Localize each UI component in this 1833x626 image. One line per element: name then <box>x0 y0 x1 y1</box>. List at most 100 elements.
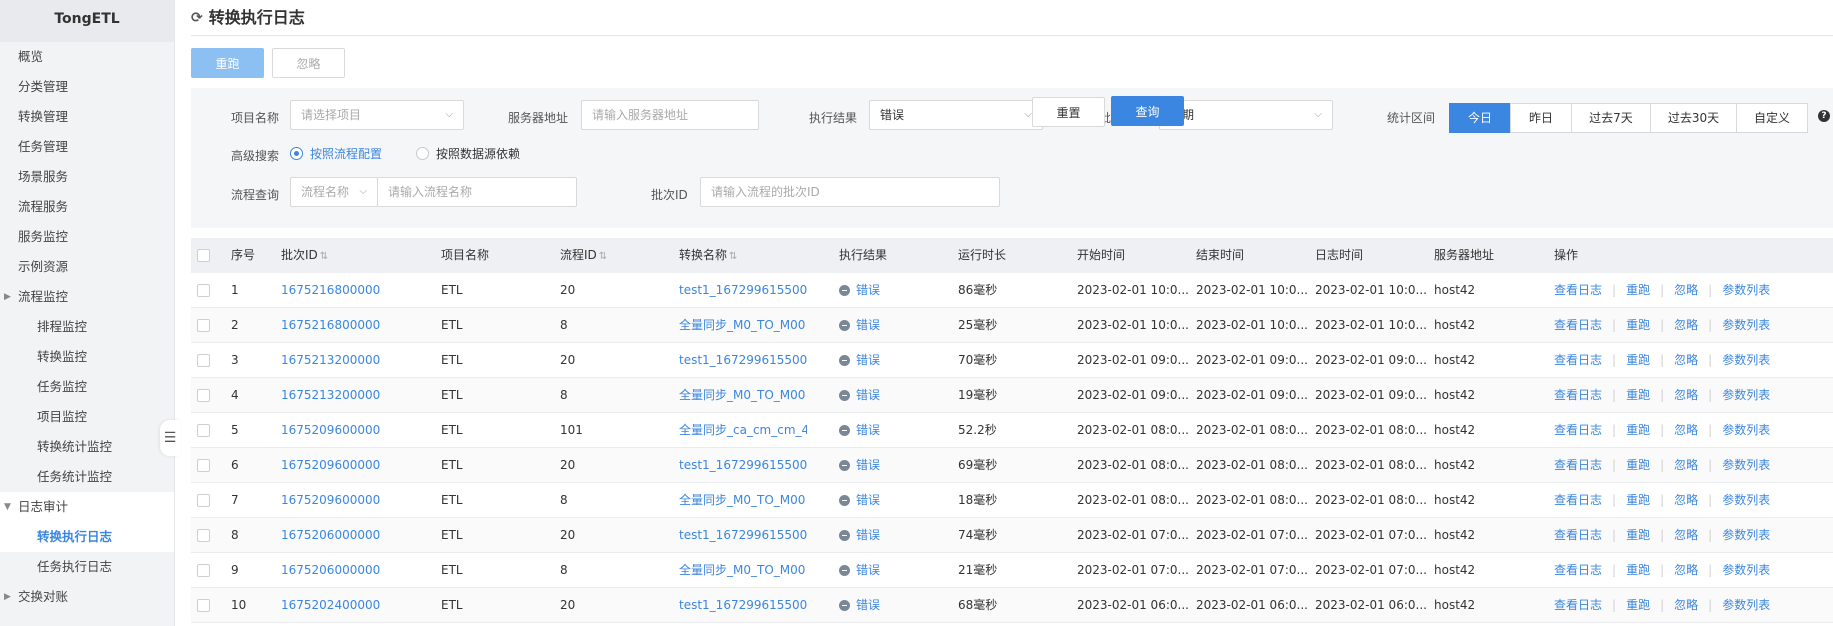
rerun-link[interactable]: 重跑 <box>1626 553 1650 588</box>
view-log-link[interactable]: 查看日志 <box>1554 553 1602 588</box>
rerun-link[interactable]: 重跑 <box>1626 343 1650 378</box>
view-log-link[interactable]: 查看日志 <box>1554 448 1602 483</box>
params-link[interactable]: 参数列表 <box>1722 343 1770 378</box>
row-checkbox[interactable] <box>197 389 210 402</box>
radio-by-flow-config[interactable]: 按照流程配置 <box>290 145 382 162</box>
select-all-checkbox[interactable] <box>197 249 210 262</box>
flow-name-input[interactable]: 请输入流程名称 <box>377 177 577 207</box>
ignore-link[interactable]: 忽略 <box>1674 308 1698 343</box>
project-select[interactable]: 请选择项目 ⌵ <box>290 100 464 130</box>
params-link[interactable]: 参数列表 <box>1722 308 1770 343</box>
params-link[interactable]: 参数列表 <box>1722 273 1770 308</box>
row-checkbox[interactable] <box>197 284 210 297</box>
params-link[interactable]: 参数列表 <box>1722 413 1770 448</box>
cell-trans-name[interactable]: test1_1672996155000 <box>679 273 807 308</box>
cell-trans-name[interactable]: test1_1672996155000 <box>679 448 807 483</box>
cell-batch-id[interactable]: 1675216800000 <box>281 273 380 308</box>
cell-trans-name[interactable]: test1_1672996155000 <box>679 588 807 623</box>
rerun-link[interactable]: 重跑 <box>1626 378 1650 413</box>
header-flow-id[interactable]: 流程ID ⇅ <box>560 238 607 274</box>
row-checkbox[interactable] <box>197 599 210 612</box>
reset-button[interactable]: 重置 <box>1032 97 1105 127</box>
header-batch-id[interactable]: 批次ID ⇅ <box>281 238 328 274</box>
sidebar-item[interactable]: 分类管理 <box>0 72 174 102</box>
rerun-link[interactable]: 重跑 <box>1626 273 1650 308</box>
rerun-link[interactable]: 重跑 <box>1626 448 1650 483</box>
cell-trans-name[interactable]: 全量同步_M0_TO_M00 <box>679 483 805 518</box>
range-yesterday-button[interactable]: 昨日 <box>1510 103 1572 133</box>
range-today-button[interactable]: 今日 <box>1449 103 1511 133</box>
query-button[interactable]: 查询 <box>1111 96 1184 126</box>
batch-type-select[interactable]: 周期 ⌵ <box>1159 100 1333 130</box>
sidebar-item[interactable]: 转换监控 <box>0 342 174 372</box>
view-log-link[interactable]: 查看日志 <box>1554 343 1602 378</box>
ignore-link[interactable]: 忽略 <box>1674 343 1698 378</box>
row-checkbox[interactable] <box>197 319 210 332</box>
ignore-link[interactable]: 忽略 <box>1674 518 1698 553</box>
rerun-link[interactable]: 重跑 <box>1626 308 1650 343</box>
sidebar-item[interactable]: 转换执行日志 <box>0 522 174 552</box>
sidebar-item[interactable]: 示例资源 <box>0 252 174 282</box>
params-link[interactable]: 参数列表 <box>1722 518 1770 553</box>
sidebar-item[interactable]: 任务管理 <box>0 132 174 162</box>
sidebar-item[interactable]: 概览 <box>0 42 174 72</box>
sidebar-item[interactable]: 服务监控 <box>0 222 174 252</box>
cell-batch-id[interactable]: 1675206000000 <box>281 553 380 588</box>
cell-trans-name[interactable]: test1_1672996155000 <box>679 343 807 378</box>
sidebar-item[interactable]: ▶ 流程监控 <box>0 282 174 312</box>
sidebar-item[interactable]: 任务执行日志 <box>0 552 174 582</box>
ignore-link[interactable]: 忽略 <box>1674 483 1698 518</box>
rerun-link[interactable]: 重跑 <box>1626 483 1650 518</box>
cell-batch-id[interactable]: 1675206000000 <box>281 518 380 553</box>
rerun-link[interactable]: 重跑 <box>1626 518 1650 553</box>
ignore-link[interactable]: 忽略 <box>1674 413 1698 448</box>
flow-query-type-select[interactable]: 流程名称 ⌵ <box>290 177 378 207</box>
rerun-button[interactable]: 重跑 <box>191 48 264 78</box>
rerun-link[interactable]: 重跑 <box>1626 588 1650 623</box>
result-select[interactable]: 错误 ⌵ <box>869 100 1043 130</box>
sidebar-item[interactable]: 转换统计监控 <box>0 432 174 462</box>
view-log-link[interactable]: 查看日志 <box>1554 413 1602 448</box>
ignore-link[interactable]: 忽略 <box>1674 378 1698 413</box>
ignore-button[interactable]: 忽略 <box>272 48 345 78</box>
sidebar-item[interactable]: 任务监控 <box>0 372 174 402</box>
params-link[interactable]: 参数列表 <box>1722 553 1770 588</box>
cell-trans-name[interactable]: test1_1672996155000 <box>679 518 807 553</box>
params-link[interactable]: 参数列表 <box>1722 378 1770 413</box>
view-log-link[interactable]: 查看日志 <box>1554 378 1602 413</box>
sidebar-item[interactable]: 场景服务 <box>0 162 174 192</box>
view-log-link[interactable]: 查看日志 <box>1554 308 1602 343</box>
cell-batch-id[interactable]: 1675202400000 <box>281 588 380 623</box>
sidebar-item[interactable]: ▶ 交换对账 <box>0 582 174 612</box>
params-link[interactable]: 参数列表 <box>1722 483 1770 518</box>
cell-batch-id[interactable]: 1675213200000 <box>281 378 380 413</box>
cell-trans-name[interactable]: 全量同步_ca_cm_cm_4gc... <box>679 413 807 448</box>
cell-trans-name[interactable]: 全量同步_M0_TO_M00 <box>679 308 805 343</box>
row-checkbox[interactable] <box>197 494 210 507</box>
rerun-link[interactable]: 重跑 <box>1626 413 1650 448</box>
row-checkbox[interactable] <box>197 564 210 577</box>
help-icon[interactable]: ? <box>1818 110 1830 122</box>
cell-trans-name[interactable]: 全量同步_M0_TO_M00 <box>679 553 805 588</box>
cell-batch-id[interactable]: 1675213200000 <box>281 343 380 378</box>
sidebar-collapse-handle[interactable]: ☰ <box>160 420 180 456</box>
view-log-link[interactable]: 查看日志 <box>1554 588 1602 623</box>
sidebar-item[interactable]: 任务统计监控 <box>0 462 174 492</box>
range-7days-button[interactable]: 过去7天 <box>1571 103 1651 133</box>
ignore-link[interactable]: 忽略 <box>1674 553 1698 588</box>
ignore-link[interactable]: 忽略 <box>1674 588 1698 623</box>
sidebar-item[interactable]: ▼ 日志审计 <box>0 492 174 522</box>
batch-id-input[interactable]: 请输入流程的批次ID <box>700 177 1000 207</box>
header-trans-name[interactable]: 转换名称 ⇅ <box>679 238 737 274</box>
radio-by-datasource[interactable]: 按照数据源依赖 <box>416 145 520 162</box>
view-log-link[interactable]: 查看日志 <box>1554 483 1602 518</box>
sidebar-item[interactable]: 排程监控 <box>0 312 174 342</box>
view-log-link[interactable]: 查看日志 <box>1554 273 1602 308</box>
sidebar-item[interactable]: 流程服务 <box>0 192 174 222</box>
range-custom-button[interactable]: 自定义 <box>1736 103 1808 133</box>
cell-batch-id[interactable]: 1675216800000 <box>281 308 380 343</box>
row-checkbox[interactable] <box>197 424 210 437</box>
cell-batch-id[interactable]: 1675209600000 <box>281 413 380 448</box>
range-30days-button[interactable]: 过去30天 <box>1650 103 1737 133</box>
cell-batch-id[interactable]: 1675209600000 <box>281 448 380 483</box>
